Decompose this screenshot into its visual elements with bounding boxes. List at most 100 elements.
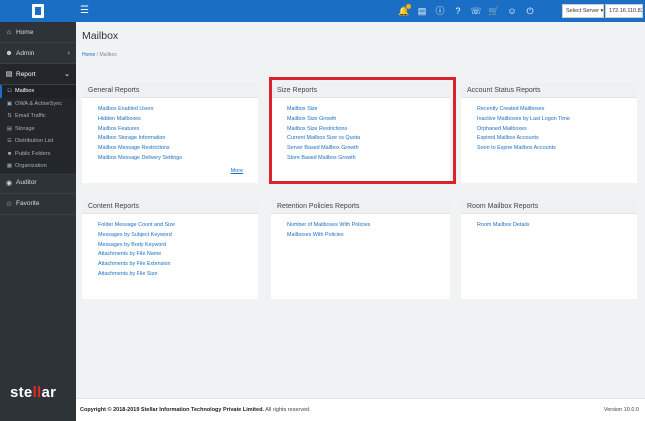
server-ip-display: 172.16.110.83 [605, 4, 643, 18]
report-link[interactable]: Messages by Subject Keyword [98, 231, 258, 241]
top-bar: ☰ 🔔 ▤ ⓘ ? ☏ 🛒 ☺ ⏻ Select Server ▾ 172.16… [0, 0, 645, 22]
version-label: Version 10.0.0 [603, 407, 639, 413]
sidebar-item-auditor[interactable]: ◉ Auditor [0, 173, 76, 194]
report-link[interactable]: Mailboxes With Policies [287, 231, 450, 241]
report-link[interactable]: Messages by Body Keyword [98, 241, 258, 251]
report-link[interactable]: Mailbox Message Delivery Settings [98, 154, 258, 164]
sidebar-subitem-storage[interactable]: ▤ Storage [0, 123, 76, 136]
sidebar-subitem-owa-activesync[interactable]: ▣ OWA & ActiveSync [0, 98, 76, 111]
report-link[interactable]: Mailbox Message Restrictions [98, 144, 258, 154]
mailbox-icon: □ [7, 88, 12, 95]
sidebar-item-admin[interactable]: ☻ Admin › [0, 43, 76, 64]
notification-dot [406, 4, 411, 9]
chevron-down-icon: ⌄ [64, 71, 70, 78]
storage-icon: ▤ [6, 125, 13, 132]
report-link[interactable]: Recently Created Mailboxes [477, 105, 637, 115]
report-link[interactable]: Inactive Mailboxes by Last Logon Time [477, 115, 637, 125]
report-link[interactable]: Mailbox Storage Information [98, 134, 258, 144]
sidebar-item-label: Report [16, 70, 36, 78]
breadcrumb: Home / Mailbox [82, 52, 117, 58]
more-link[interactable]: More [231, 168, 243, 174]
exchange-logo-icon [32, 4, 44, 18]
bell-icon[interactable]: 🔔 [398, 4, 411, 17]
info-icon[interactable]: ⓘ [434, 5, 446, 17]
breadcrumb-home-link[interactable]: Home [82, 52, 95, 58]
size-reports-card: Size Reports Mailbox Size Mailbox Size G… [271, 83, 450, 183]
hamburger-menu-icon[interactable]: ☰ [80, 5, 89, 17]
breadcrumb-separator: / [96, 52, 99, 58]
report-link[interactable]: Mailbox Size Growth [287, 115, 450, 125]
sidebar-item-favorite[interactable]: ☆ Favorite [0, 194, 76, 215]
report-submenu: □ Mailbox ▣ OWA & ActiveSync ⇅ Email Tra… [0, 85, 76, 173]
user-icon: ☻ [5, 49, 13, 57]
report-link[interactable]: Mailbox Size Restrictions [287, 125, 450, 135]
chevron-right-icon: › [67, 49, 70, 57]
report-link[interactable]: Attachments by File Size [98, 270, 258, 280]
power-icon[interactable]: ⏻ [524, 5, 536, 17]
organization-icon: ▦ [6, 163, 13, 170]
report-link[interactable]: Mailbox Features [98, 125, 258, 135]
help-icon[interactable]: ? [452, 5, 464, 17]
report-link[interactable]: Folder Message Count and Size [98, 221, 258, 231]
sidebar-item-label: Admin [16, 49, 35, 57]
select-server-dropdown[interactable]: Select Server ▾ [562, 4, 604, 18]
report-link[interactable]: Attachments by File Name [98, 250, 258, 260]
report-link[interactable]: Store Based Mailbox Growth [287, 154, 450, 164]
sidebar-subitem-label: Mailbox [15, 88, 35, 95]
sidebar-subitem-mailbox[interactable]: □ Mailbox [0, 85, 76, 98]
sync-icon: ▣ [6, 100, 13, 107]
card-title: Content Reports [82, 199, 258, 214]
folder-icon: ■ [7, 150, 12, 157]
app-logo[interactable] [0, 0, 76, 22]
traffic-icon: ⇅ [7, 113, 12, 120]
general-reports-card: General Reports Mailbox Enabled Users Hi… [82, 83, 258, 183]
sidebar-item-label: Auditor [16, 179, 37, 186]
report-link[interactable]: Current Mailbox Size vs Quota [287, 134, 450, 144]
sidebar-subitem-email-traffic[interactable]: ⇅ Email Traffic [0, 110, 76, 123]
star-icon: ☆ [5, 200, 13, 208]
report-link[interactable]: Hidden Mailboxes [98, 115, 258, 125]
stellar-brand-logo: stellar [10, 384, 57, 401]
sidebar-item-home[interactable]: ⌂ Home [0, 22, 76, 43]
home-icon: ⌂ [6, 28, 12, 36]
sidebar-subitem-label: Storage [15, 125, 35, 132]
support-icon[interactable]: ☏ [470, 5, 482, 17]
copyright-rest: All rights reserved. [263, 407, 311, 413]
report-icon: ▤ [5, 71, 13, 78]
sidebar-subitem-distribution-list[interactable]: ☰ Distribution List [0, 135, 76, 148]
sidebar-item-label: Home [16, 28, 34, 36]
content-reports-card: Content Reports Folder Message Count and… [82, 199, 258, 299]
card-title: Room Mailbox Reports [461, 199, 637, 214]
report-link[interactable]: Number of Mailboxes With Policies [287, 221, 450, 231]
cart-icon[interactable]: 🛒 [488, 5, 500, 17]
breadcrumb-current: Mailbox [99, 52, 117, 58]
report-link[interactable]: Room Mailbox Details [477, 221, 637, 231]
sidebar-subitem-public-folders[interactable]: ■ Public Folders [0, 148, 76, 161]
document-icon[interactable]: ▤ [416, 5, 428, 17]
list-icon: ☰ [7, 138, 12, 145]
report-link[interactable]: Mailbox Size [287, 105, 450, 115]
sidebar-subitem-label: OWA & ActiveSync [15, 100, 63, 107]
report-link[interactable]: Attachments by File Extension [98, 260, 258, 270]
card-title: Account Status Reports [461, 83, 637, 98]
card-title: Size Reports [271, 83, 450, 98]
copyright-text: Copyright © 2018-2019 Stellar Informatio… [80, 407, 264, 413]
top-icon-bar: 🔔 ▤ ⓘ ? ☏ 🛒 ☺ ⏻ [398, 4, 536, 18]
footer: Copyright © 2018-2019 Stellar Informatio… [76, 398, 645, 421]
user-icon[interactable]: ☺ [506, 5, 518, 17]
sidebar-subitem-label: Distribution List [15, 138, 54, 145]
retention-policies-reports-card: Retention Policies Reports Number of Mai… [271, 199, 450, 299]
auditor-icon: ◉ [5, 179, 13, 187]
report-link[interactable]: Mailbox Enabled Users [98, 105, 258, 115]
report-link[interactable]: Soon to Expire Mailbox Accounts [477, 144, 637, 154]
sidebar-subitem-label: Organization [15, 163, 47, 170]
account-status-reports-card: Account Status Reports Recently Created … [461, 83, 637, 183]
sidebar-item-report[interactable]: ▤ Report ⌄ [0, 64, 76, 85]
sidebar: ⌂ Home ☻ Admin › ▤ Report ⌄ □ Mailbox ▣ … [0, 22, 76, 421]
report-link[interactable]: Server Based Mailbox Growth [287, 144, 450, 154]
sidebar-subitem-organization[interactable]: ▦ Organization [0, 160, 76, 173]
sidebar-subitem-label: Email Traffic [15, 113, 46, 120]
report-link[interactable]: Orphaned Mailboxes [477, 125, 637, 135]
report-link[interactable]: Expired Mailbox Accounts [477, 134, 637, 144]
card-title: General Reports [82, 83, 258, 98]
